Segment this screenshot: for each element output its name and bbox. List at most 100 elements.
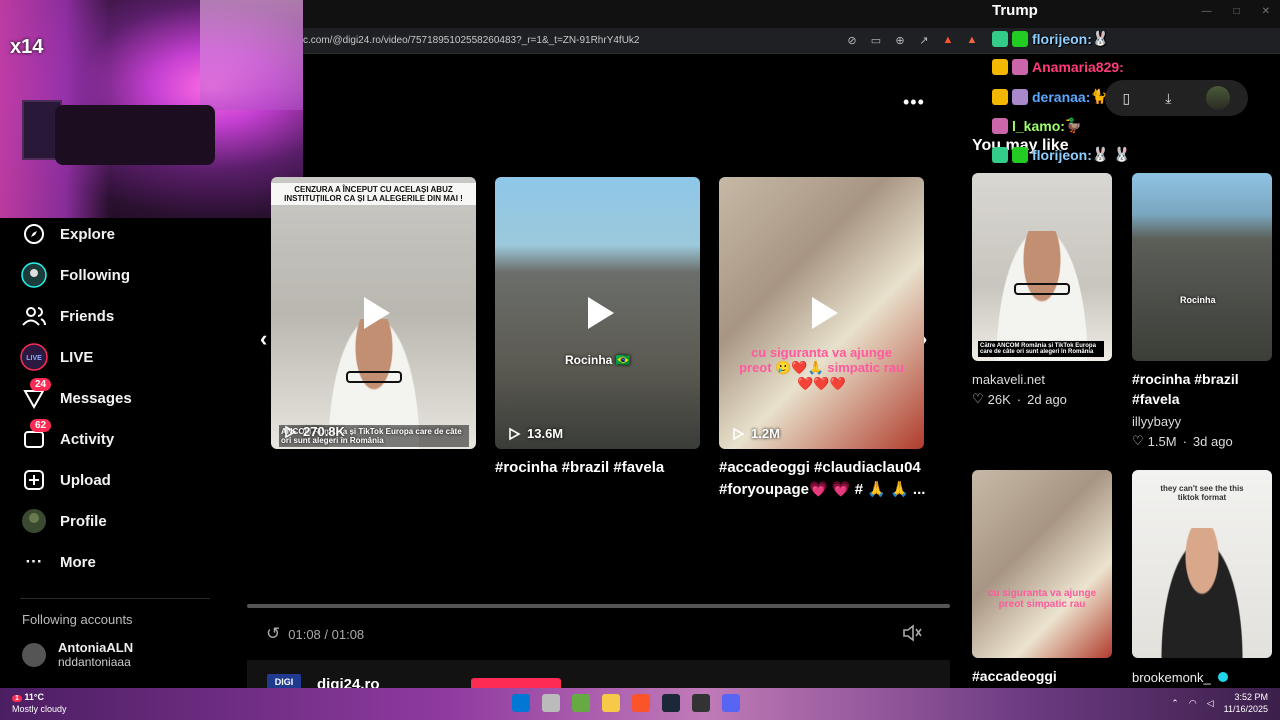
play-small-icon	[285, 425, 297, 438]
follow-button[interactable]	[471, 678, 561, 688]
floating-toolbar: ▯ ⤓	[1105, 80, 1248, 116]
no-tracking-icon[interactable]: ⊘	[843, 31, 861, 49]
webcam-counter: x14	[10, 36, 44, 58]
sidebar-item-label: More	[60, 553, 96, 571]
taskbar-apps	[512, 694, 740, 712]
download-icon[interactable]: ⤓	[1165, 90, 1171, 107]
video-overlay-text: they can't see the this tiktok format	[1160, 484, 1244, 502]
sidebar-item-messages[interactable]: 24 Messages	[20, 378, 132, 418]
video-card[interactable]: cu siguranta va ajunge preot 🥲❤️🙏 simpat…	[719, 177, 924, 449]
video-card[interactable]: CENZURA A ÎNCEPUT CU ACELAȘI ABUZ INSTIT…	[271, 177, 476, 449]
minimize-icon[interactable]: —	[1202, 6, 1212, 17]
steam-icon[interactable]	[662, 694, 680, 712]
following-icon	[20, 261, 48, 289]
mobile-icon[interactable]: ▯	[1123, 90, 1131, 107]
clock[interactable]: 3:52 PM 11/16/2025	[1224, 691, 1268, 715]
cast-icon[interactable]: ▭	[867, 31, 885, 49]
sidebar-item-profile[interactable]: Profile	[20, 501, 107, 541]
weather-widget[interactable]: 1 11°C Mostly cloudy	[12, 692, 67, 715]
close-icon[interactable]: ✕	[1262, 6, 1270, 17]
webcam-overlay: x14	[0, 0, 303, 218]
discord-icon[interactable]	[722, 694, 740, 712]
couch	[55, 105, 215, 165]
sidebar-item-label: LIVE	[60, 348, 94, 366]
app-icon[interactable]	[692, 694, 710, 712]
volume-tray-icon[interactable]: ◁	[1207, 698, 1214, 709]
avatar	[22, 642, 46, 667]
following-account[interactable]: AntoniaALN nddantoniaaa	[22, 640, 133, 669]
view-count: 270.8K	[283, 424, 345, 439]
video-progress-bar[interactable]	[247, 604, 950, 608]
video-card[interactable]: Rocinha 🇧🇷 13.6M	[495, 177, 700, 449]
sidebar-item-explore[interactable]: Explore	[20, 214, 115, 254]
play-icon[interactable]	[352, 291, 396, 335]
video-caption[interactable]: #rocinha #brazil #favela	[495, 457, 705, 479]
sidebar-item-label: Friends	[60, 307, 115, 325]
rewards-icon[interactable]: ▲	[963, 31, 981, 49]
profile-icon	[20, 507, 48, 535]
author-bar: DIGI digi24.ro	[247, 660, 950, 693]
sidebar-item-following[interactable]: Following	[20, 255, 130, 295]
play-small-icon	[509, 427, 521, 440]
chevron-up-icon[interactable]: ⌃	[1171, 698, 1179, 709]
crown-badge-icon	[992, 88, 1008, 105]
sub-badge-icon	[992, 30, 1008, 47]
person-thumbnail	[1157, 528, 1247, 658]
recommended-stats: ♡ 1.5M · 3d ago	[1132, 433, 1233, 449]
wifi-icon[interactable]: ◠	[1189, 698, 1197, 709]
carousel-prev-icon[interactable]: ‹	[260, 326, 267, 352]
chat-message: florijeon: 🐰 🐰	[992, 146, 1131, 163]
sidebar-item-more[interactable]: ··· More	[20, 542, 96, 582]
system-tray: ⌃ ◠ ◁ 3:52 PM 11/16/2025	[1171, 691, 1268, 715]
file-explorer-icon[interactable]	[602, 694, 620, 712]
share-icon[interactable]: ↗	[915, 31, 933, 49]
sidebar-item-activity[interactable]: 62 Activity	[20, 419, 114, 459]
sidebar-item-upload[interactable]: Upload	[20, 460, 111, 500]
brave-browser-icon[interactable]	[632, 694, 650, 712]
address-bar[interactable]: c.com/@digi24.ro/video/75718951025582604…	[303, 28, 1280, 54]
replay-icon[interactable]: ↺	[266, 624, 280, 644]
recommended-video-card[interactable]: Către ANCOM România și TikTok Europa car…	[972, 173, 1112, 361]
task-view-icon[interactable]	[542, 694, 560, 712]
chat-message: deranaa: 🐈	[992, 88, 1108, 105]
recommended-author[interactable]: makaveli.net	[972, 372, 1045, 387]
sidebar-item-label: Explore	[60, 225, 116, 243]
gift-badge-icon	[1012, 146, 1028, 163]
video-caption[interactable]: #accadeoggi #claudiaclau04 #foryoupage💗 …	[719, 457, 929, 501]
brave-shield-icon[interactable]: ▲	[939, 31, 957, 49]
more-options-icon[interactable]: •••	[903, 92, 925, 113]
sidebar-item-live[interactable]: LIVE LIVE	[20, 337, 93, 377]
video-overlay-text: cu siguranta va ajunge preot simpatic ra…	[987, 588, 1097, 610]
play-icon[interactable]	[576, 291, 620, 335]
recommended-title[interactable]: #accadeoggi	[972, 666, 1057, 686]
recommended-title[interactable]: #rocinha #brazil #favela	[1132, 369, 1272, 409]
sidebar-item-friends[interactable]: Friends	[20, 296, 114, 336]
zoom-icon[interactable]: ⊕	[891, 31, 909, 49]
activity-badge: 62	[30, 419, 52, 432]
recommended-video-card[interactable]: Rocinha	[1132, 173, 1272, 361]
video-overlay-caption: Către ANCOM România și TikTok Europa car…	[978, 341, 1104, 357]
avatar[interactable]	[1206, 86, 1231, 110]
messages-badge: 24	[30, 378, 52, 391]
recommended-video-card[interactable]: cu siguranta va ajunge preot simpatic ra…	[972, 470, 1112, 658]
video-overlay-text: Rocinha 🇧🇷	[565, 353, 631, 367]
app-icon[interactable]	[572, 694, 590, 712]
sidebar-item-label: Activity	[60, 430, 115, 448]
chat-message: l_kamo: 🦆	[992, 117, 1082, 134]
recommended-stats: ♡ 26K · 2d ago	[972, 391, 1067, 407]
crown-badge-icon	[992, 59, 1008, 75]
taskbar: 1 11°C Mostly cloudy ⌃ ◠ ◁ 3:52 PM 11/16…	[0, 688, 1280, 720]
windows-start-icon[interactable]	[512, 694, 530, 712]
maximize-icon[interactable]: □	[1234, 6, 1240, 17]
recommended-author[interactable]: brookemonk_	[1132, 670, 1229, 685]
volume-icon[interactable]	[902, 624, 922, 647]
compass-icon	[20, 220, 48, 248]
account-name: AntoniaALN	[58, 640, 134, 655]
sidebar-item-label: Following	[60, 266, 130, 284]
sub-badge-icon	[992, 146, 1008, 163]
play-icon[interactable]	[800, 291, 844, 335]
recommended-author[interactable]: illyybayy	[1132, 414, 1181, 429]
live-icon: LIVE	[20, 343, 48, 371]
recommended-video-card[interactable]: they can't see the this tiktok format	[1132, 470, 1272, 658]
chat-message: florijeon: 🐰	[992, 30, 1109, 47]
